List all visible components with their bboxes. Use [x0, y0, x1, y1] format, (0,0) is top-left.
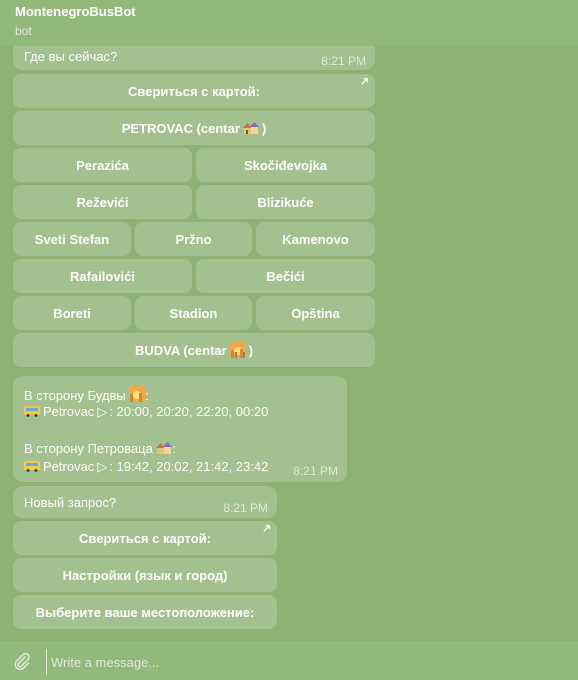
stop-label: PETROVAC (centar: [121, 120, 240, 136]
stop-button-stadion[interactable]: Stadion: [135, 296, 252, 330]
message-time: 8:21 PM: [321, 54, 366, 68]
departure-times: : 19:42, 20:02, 21:42, 23:42: [109, 459, 269, 474]
stop-button-boreti[interactable]: Boreti: [13, 296, 131, 330]
houses-icon: [242, 122, 259, 134]
direction-label: В сторону Будвы: [24, 388, 126, 403]
settings-button-label: Настройки (язык и город): [62, 567, 228, 583]
stop-button-blizikuce[interactable]: Blizikuće: [196, 185, 375, 219]
chat-title: MontenegroBusBot: [15, 4, 136, 19]
stop-label: Pržno: [175, 231, 212, 247]
stop-label-close: ): [248, 342, 254, 358]
message-text: Где вы сейчас?: [24, 49, 118, 64]
stop-label: Perazića: [76, 157, 129, 173]
paperclip-icon[interactable]: [12, 651, 32, 671]
stop-button-rezevici[interactable]: Reževići: [13, 185, 192, 219]
stop-button-becici[interactable]: Bečići: [196, 259, 375, 293]
arrow-up-right-icon: [263, 525, 270, 532]
stop-button-rafailovici[interactable]: Rafailovići: [13, 259, 192, 293]
direction-budva: В сторону Будвы :: [24, 386, 149, 403]
stop-label: Kamenovo: [282, 231, 349, 247]
map-button[interactable]: Свериться с картой:: [13, 521, 277, 555]
play-icon: ▷: [97, 404, 108, 419]
play-icon: ▷: [97, 459, 108, 474]
stop-label: Opština: [291, 305, 340, 321]
message-bubble: Новый запрос? 8:21 PM: [13, 486, 277, 518]
bus-icon: [24, 461, 40, 472]
stop-label: Boreti: [53, 305, 91, 321]
message-input[interactable]: [46, 649, 553, 675]
stop-button-przno[interactable]: Pržno: [135, 222, 252, 256]
map-button-label: Свериться с картой:: [79, 530, 211, 546]
stop-label: Skočiđevojka: [243, 157, 328, 173]
direction-petrovac: В сторону Петроваца :: [24, 441, 176, 456]
stop-label: BUDVA (centar: [134, 342, 227, 358]
message-text: Новый запрос?: [24, 495, 117, 510]
bus-icon: [24, 406, 40, 417]
direction-label: В сторону Петроваца: [24, 441, 153, 456]
colon: :: [145, 388, 149, 403]
stop-label-close: ): [261, 120, 267, 136]
stop-button-kamenovo[interactable]: Kamenovo: [256, 222, 375, 256]
departure-times: : 20:00, 20:20, 22:20, 00:20: [109, 404, 269, 419]
stop-label: Bečići: [266, 268, 305, 284]
stop-button-sveti-stefan[interactable]: Sveti Stefan: [13, 222, 131, 256]
message-time: 8:21 PM: [293, 464, 338, 478]
colon: :: [172, 441, 177, 456]
map-button-label: Свериться с картой:: [128, 83, 260, 99]
stop-label: Sveti Stefan: [34, 231, 110, 247]
stop-label: Blizikuće: [257, 194, 314, 210]
stop-button-perazica[interactable]: Perazića: [13, 148, 192, 182]
sunset-city-icon: [229, 342, 246, 358]
houses-icon: [156, 442, 173, 454]
schedule-line: Petrovac ▷: 20:00, 20:20, 22:20, 00:20: [24, 404, 268, 420]
map-button[interactable]: Свериться с картой:: [13, 74, 375, 108]
choose-location-button[interactable]: Выберите ваше местоположение:: [13, 595, 277, 629]
message-time: 8:21 PM: [223, 501, 268, 515]
stop-button-petrovac[interactable]: PETROVAC (centar ): [13, 111, 375, 145]
stop-name: Petrovac: [43, 404, 95, 419]
stop-name: Petrovac: [43, 459, 95, 474]
message-composer: [0, 641, 578, 680]
message-bubble: Где вы сейчас? 8:21 PM: [13, 36, 375, 70]
arrow-up-right-icon: [361, 78, 368, 85]
sunset-city-icon: [129, 386, 146, 402]
stop-button-opstina[interactable]: Opština: [256, 296, 375, 330]
schedule-line: Petrovac ▷: 19:42, 20:02, 21:42, 23:42: [24, 459, 268, 475]
schedule-message: В сторону Будвы : Petrovac ▷: 20:00, 20:2…: [13, 376, 347, 482]
stop-label: Reževići: [76, 194, 129, 210]
settings-button[interactable]: Настройки (язык и город): [13, 558, 277, 592]
stop-label: Rafailovići: [69, 268, 136, 284]
choose-location-label: Выберите ваше местоположение:: [35, 604, 255, 620]
stop-button-budva[interactable]: BUDVA (centar ): [13, 333, 375, 367]
stop-label: Stadion: [169, 305, 218, 321]
stop-button-skocidjevojka[interactable]: Skočiđevojka: [196, 148, 375, 182]
